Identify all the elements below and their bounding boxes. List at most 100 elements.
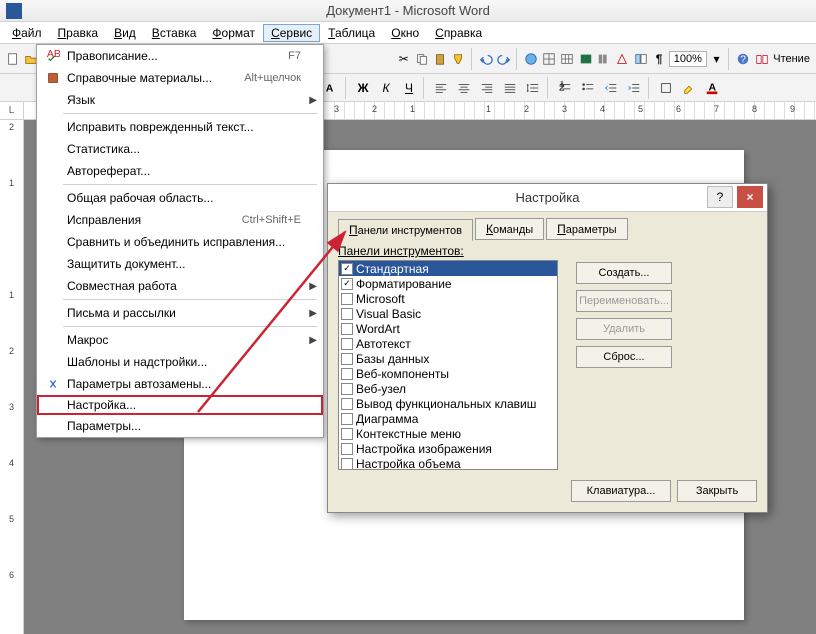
undo-icon[interactable] (477, 48, 494, 70)
toolbar-list-item[interactable]: WordArt (339, 321, 557, 336)
toolbar-list-item[interactable]: Веб-узел (339, 381, 557, 396)
italic-button[interactable]: К (375, 77, 397, 99)
align-left-icon[interactable] (430, 77, 452, 99)
read-mode-icon[interactable] (753, 48, 770, 70)
increase-indent-icon[interactable] (623, 77, 645, 99)
toolbar-list-item[interactable]: Microsoft (339, 291, 557, 306)
menu-таблица[interactable]: Таблица (320, 24, 383, 42)
dialog-tab[interactable]: Панели инструментов (338, 219, 473, 241)
dialog-tab[interactable]: Команды (475, 218, 544, 240)
close-dialog-button[interactable]: Закрыть (677, 480, 757, 502)
align-justify-icon[interactable] (499, 77, 521, 99)
help-icon[interactable]: ? (735, 48, 752, 70)
menu-item[interactable]: Справочные материалы...Alt+щелчок (37, 67, 323, 89)
menu-item[interactable]: ABCПравописание...F7 (37, 45, 323, 67)
checkbox[interactable] (341, 323, 353, 335)
toolbar-list-item[interactable]: Базы данных (339, 351, 557, 366)
checkbox[interactable] (341, 383, 353, 395)
checkbox[interactable] (341, 428, 353, 440)
bold-button[interactable]: Ж (352, 77, 374, 99)
toolbar-list-item[interactable]: ✓Стандартная (339, 261, 557, 276)
keyboard-button[interactable]: Клавиатура... (571, 480, 671, 502)
read-mode-label[interactable]: Чтение (771, 53, 812, 65)
menu-item[interactable]: Настройка... (37, 395, 323, 415)
toolbar-list-item[interactable]: Настройка изображения (339, 441, 557, 456)
checkbox[interactable] (341, 443, 353, 455)
zoom-combo[interactable]: 100% (669, 51, 707, 67)
menu-item[interactable]: Сравнить и объединить исправления... (37, 231, 323, 253)
checkbox[interactable] (341, 308, 353, 320)
doc-map-icon[interactable] (632, 48, 649, 70)
new-doc-icon[interactable] (4, 48, 21, 70)
menu-item[interactable]: Параметры автозамены... (37, 373, 323, 395)
menu-справка[interactable]: Справка (427, 24, 490, 42)
checkbox[interactable] (341, 413, 353, 425)
insert-table-icon[interactable] (559, 48, 576, 70)
menu-сервис[interactable]: Сервис (263, 24, 320, 42)
toolbar-list-item[interactable]: ✓Форматирование (339, 276, 557, 291)
delete-button: Удалить (576, 318, 672, 340)
reset-button[interactable]: Сброс... (576, 346, 672, 368)
redo-icon[interactable] (495, 48, 512, 70)
menu-item[interactable]: Защитить документ... (37, 253, 323, 275)
align-right-icon[interactable] (476, 77, 498, 99)
toolbar-list-item[interactable]: Автотекст (339, 336, 557, 351)
menu-item[interactable]: Общая рабочая область... (37, 187, 323, 209)
toolbars-listbox[interactable]: ✓Стандартная✓ФорматированиеMicrosoftVisu… (338, 260, 558, 470)
menu-item[interactable]: Совместная работа▶ (37, 275, 323, 297)
menu-вставка[interactable]: Вставка (144, 24, 205, 42)
dialog-tab[interactable]: Параметры (546, 218, 627, 240)
decrease-indent-icon[interactable] (600, 77, 622, 99)
toolbar-list-item[interactable]: Веб-компоненты (339, 366, 557, 381)
menu-item[interactable]: Письма и рассылки▶ (37, 302, 323, 324)
borders-icon[interactable] (655, 77, 677, 99)
format-painter-icon[interactable] (450, 48, 467, 70)
checkbox[interactable] (341, 398, 353, 410)
menu-item[interactable]: Язык▶ (37, 89, 323, 111)
cut-icon[interactable]: ✂ (395, 48, 412, 70)
highlight-icon[interactable] (678, 77, 700, 99)
menu-окно[interactable]: Окно (383, 24, 427, 42)
bullets-icon[interactable] (577, 77, 599, 99)
align-center-icon[interactable] (453, 77, 475, 99)
menu-item[interactable]: Статистика... (37, 138, 323, 160)
menu-item[interactable]: Макрос▶ (37, 329, 323, 351)
toolbar-list-item[interactable]: Диаграмма (339, 411, 557, 426)
menu-item[interactable]: Автореферат... (37, 160, 323, 182)
menu-item[interactable]: Шаблоны и надстройки... (37, 351, 323, 373)
excel-icon[interactable] (577, 48, 594, 70)
checkbox[interactable] (341, 368, 353, 380)
toolbar-list-item[interactable]: Вывод функциональных клавиш (339, 396, 557, 411)
drawing-icon[interactable] (614, 48, 631, 70)
menu-item[interactable]: Исправить поврежденный текст... (37, 116, 323, 138)
toolbar-list-item[interactable]: Настройка объема (339, 456, 557, 470)
checkbox[interactable]: ✓ (341, 263, 353, 275)
font-color-icon[interactable]: A (701, 77, 723, 99)
toolbar-list-item[interactable]: Контекстные меню (339, 426, 557, 441)
menu-правка[interactable]: Правка (50, 24, 107, 42)
checkbox[interactable] (341, 293, 353, 305)
toolbar-list-item[interactable]: Visual Basic (339, 306, 557, 321)
menu-файл[interactable]: Файл (4, 24, 50, 42)
create-button[interactable]: Создать... (576, 262, 672, 284)
columns-icon[interactable] (595, 48, 612, 70)
show-marks-icon[interactable]: ¶ (650, 48, 667, 70)
checkbox[interactable] (341, 338, 353, 350)
tables-borders-icon[interactable] (540, 48, 557, 70)
copy-icon[interactable] (413, 48, 430, 70)
menu-item[interactable]: ИсправленияCtrl+Shift+E (37, 209, 323, 231)
checkbox[interactable] (341, 458, 353, 470)
hyperlink-icon[interactable] (522, 48, 539, 70)
underline-button[interactable]: Ч (398, 77, 420, 99)
menu-формат[interactable]: Формат (204, 24, 263, 42)
zoom-dropdown-icon[interactable]: ▾ (708, 48, 725, 70)
checkbox[interactable] (341, 353, 353, 365)
menu-вид[interactable]: Вид (106, 24, 144, 42)
line-spacing-icon[interactable] (522, 77, 544, 99)
numbering-icon[interactable]: 12 (554, 77, 576, 99)
dialog-help-button[interactable]: ? (707, 186, 733, 208)
checkbox[interactable]: ✓ (341, 278, 353, 290)
dialog-close-button[interactable]: × (737, 186, 763, 208)
menu-item[interactable]: Параметры... (37, 415, 323, 437)
paste-icon[interactable] (432, 48, 449, 70)
